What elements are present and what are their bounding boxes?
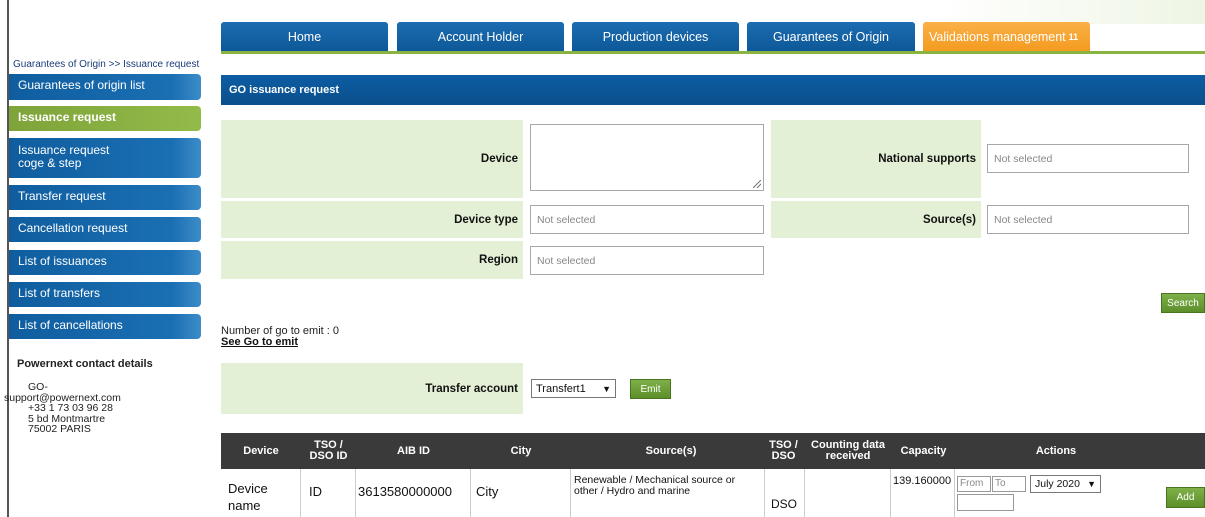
breadcrumb: Guarantees of Origin >> Issuance request xyxy=(13,59,200,70)
cell-sources: Renewable / Mechanical source or other /… xyxy=(571,469,765,517)
contact-city: 75002 PARIS xyxy=(28,423,91,435)
cell-tso-dso-id: ID xyxy=(301,469,356,517)
sidebar-item-label: List of issuances xyxy=(18,254,107,268)
sidebar-item-list-of-transfers[interactable]: List of transfers xyxy=(9,282,201,307)
col-aib-id[interactable]: AIB ID xyxy=(356,433,471,469)
top-decoration xyxy=(940,0,1205,24)
tab-label: Home xyxy=(287,30,322,44)
sidebar-item-cancellation-request[interactable]: Cancellation request xyxy=(9,217,201,242)
notification-badge: 11 xyxy=(1068,32,1079,42)
col-actions[interactable]: Actions xyxy=(956,433,1156,469)
table-header: Device TSO / DSO ID AIB ID City Source(s… xyxy=(221,433,1205,469)
tab-production-devices[interactable]: Production devices xyxy=(572,22,739,52)
contact-phone: +33 1 73 03 96 28 xyxy=(28,402,113,414)
to-input[interactable]: To xyxy=(992,476,1026,492)
tab-label: Validations management xyxy=(929,30,1066,44)
sidebar-item-go-list[interactable]: Guarantees of origin list xyxy=(9,74,201,100)
tab-label: Production devices xyxy=(602,30,709,44)
sidebar-item-label: List of transfers xyxy=(18,286,101,300)
national-supports-label: National supports xyxy=(771,120,981,198)
sidebar-item-label-line2: coge & step xyxy=(18,156,82,170)
sidebar-item-label: Guarantees of origin list xyxy=(18,78,145,92)
transfer-account-select[interactable]: Transfert1 ▼ xyxy=(531,379,616,398)
device-textarea[interactable] xyxy=(530,124,764,191)
col-city[interactable]: City xyxy=(471,433,571,469)
tab-validations-management[interactable]: Validations management 11 xyxy=(923,22,1090,52)
dropdown-arrow-icon: ▼ xyxy=(1087,479,1096,489)
month-select[interactable]: July 2020 ▼ xyxy=(1030,475,1101,493)
region-label: Region xyxy=(221,241,523,279)
col-capacity[interactable]: Capacity xyxy=(891,433,956,469)
tab-home[interactable]: Home xyxy=(221,22,388,52)
col-counting-data[interactable]: Counting data received xyxy=(805,433,891,469)
col-tso-dso[interactable]: TSO / DSO xyxy=(766,433,801,469)
nav-underline xyxy=(221,51,1205,54)
tab-label: Account Holder xyxy=(437,30,524,44)
panel-title: GO issuance request xyxy=(221,75,1205,105)
cell-tso-dso: DSO xyxy=(765,469,805,517)
tab-guarantees-of-origin[interactable]: Guarantees of Origin xyxy=(747,22,915,52)
search-button[interactable]: Search xyxy=(1161,293,1205,313)
sidebar-item-issuance-request[interactable]: Issuance request xyxy=(9,106,201,131)
device-label: Device xyxy=(221,120,523,198)
cell-device: Device name xyxy=(221,469,301,517)
sidebar-item-issuance-coge-step[interactable]: Issuance request coge & step xyxy=(9,138,201,178)
sources-select[interactable]: Not selected xyxy=(987,205,1189,234)
sidebar-item-list-of-cancellations[interactable]: List of cancellations xyxy=(9,314,201,339)
device-type-label: Device type xyxy=(221,201,523,238)
sidebar-item-label: Transfer request xyxy=(18,189,106,203)
table-row: Device name ID 3613580000000 City Renewa… xyxy=(221,469,1205,517)
see-go-to-emit-link[interactable]: See Go to emit xyxy=(221,336,298,348)
cell-aib-id: 3613580000000 xyxy=(356,469,471,517)
add-button[interactable]: Add xyxy=(1166,487,1205,508)
quantity-input[interactable] xyxy=(957,494,1014,511)
cell-city: City xyxy=(471,469,571,517)
sidebar-item-list-of-issuances[interactable]: List of issuances xyxy=(9,250,201,275)
contact-line: GO- xyxy=(28,381,48,393)
sidebar-item-label: List of cancellations xyxy=(18,318,123,332)
resize-grip-icon[interactable] xyxy=(753,180,761,188)
tab-account-holder[interactable]: Account Holder xyxy=(397,22,564,52)
region-select[interactable]: Not selected xyxy=(530,246,764,275)
cell-capacity: 139.160000 xyxy=(891,469,955,517)
from-input[interactable]: From xyxy=(957,476,991,492)
sources-label: Source(s) xyxy=(771,201,981,238)
emit-button[interactable]: Emit xyxy=(630,379,671,399)
contact-details: Powernext contact details GO- support@po… xyxy=(4,358,201,435)
col-tso-dso-id[interactable]: TSO / DSO ID xyxy=(301,433,356,469)
sidebar-item-label: Issuance request xyxy=(18,110,117,124)
col-device[interactable]: Device xyxy=(221,433,301,469)
dropdown-arrow-icon: ▼ xyxy=(602,383,611,394)
tab-label: Guarantees of Origin xyxy=(772,30,890,44)
transfer-account-label: Transfer account xyxy=(221,363,523,414)
sidebar-item-transfer-request[interactable]: Transfer request xyxy=(9,185,201,210)
sidebar-item-label: Cancellation request xyxy=(18,221,128,235)
col-sources[interactable]: Source(s) xyxy=(571,433,771,469)
cell-counting xyxy=(805,469,891,517)
national-supports-select[interactable]: Not selected xyxy=(987,144,1189,173)
contact-title: Powernext contact details xyxy=(17,358,153,370)
device-type-select[interactable]: Not selected xyxy=(530,205,764,234)
